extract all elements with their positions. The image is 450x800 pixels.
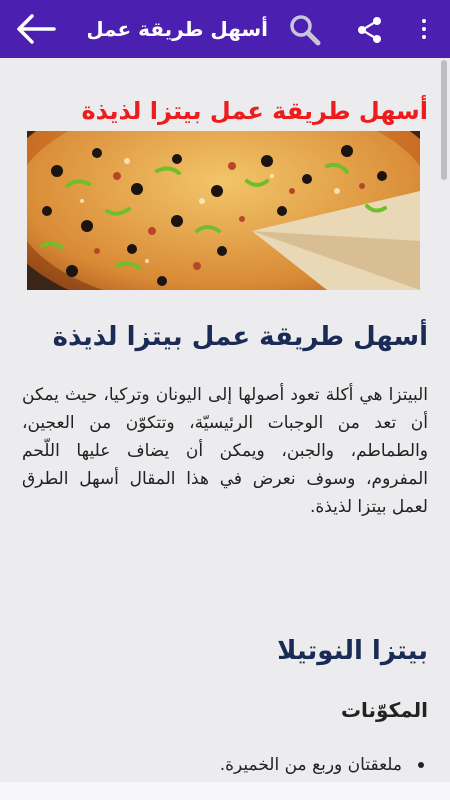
list-item-text: ملعقتان وربع من الخميرة. [219, 755, 402, 775]
bullet-icon [418, 762, 424, 768]
scrollbar[interactable] [441, 60, 447, 180]
app-bar-title: أسهل طريقة عمل... [88, 17, 268, 41]
app-bar: أسهل طريقة عمل... [0, 0, 450, 58]
list-item: ملعقتان وربع من الخميرة. [219, 751, 424, 779]
ingredients-heading: المكوّنات [340, 698, 428, 722]
article-title: أسهل طريقة عمل بيتزا لذيذة [81, 97, 428, 125]
back-arrow-icon[interactable] [14, 12, 56, 46]
article-paragraph: البيتزا هي أكلة تعود أصولها إلى اليونان … [22, 385, 428, 517]
ingredients-list: ملعقتان وربع من الخميرة. [219, 751, 424, 779]
search-icon[interactable] [288, 13, 322, 47]
pizza-image [27, 131, 420, 290]
article-content: أسهل طريقة عمل بيتزا لذيذة أسهل طريقة عم… [0, 58, 450, 800]
share-icon[interactable] [356, 16, 384, 44]
section-heading: بيتزا النوتيلا [277, 636, 428, 666]
overflow-menu-icon[interactable] [412, 14, 436, 44]
bottom-strip [0, 782, 450, 800]
article-heading: أسهل طريقة عمل بيتزا لذيذة [52, 322, 428, 352]
